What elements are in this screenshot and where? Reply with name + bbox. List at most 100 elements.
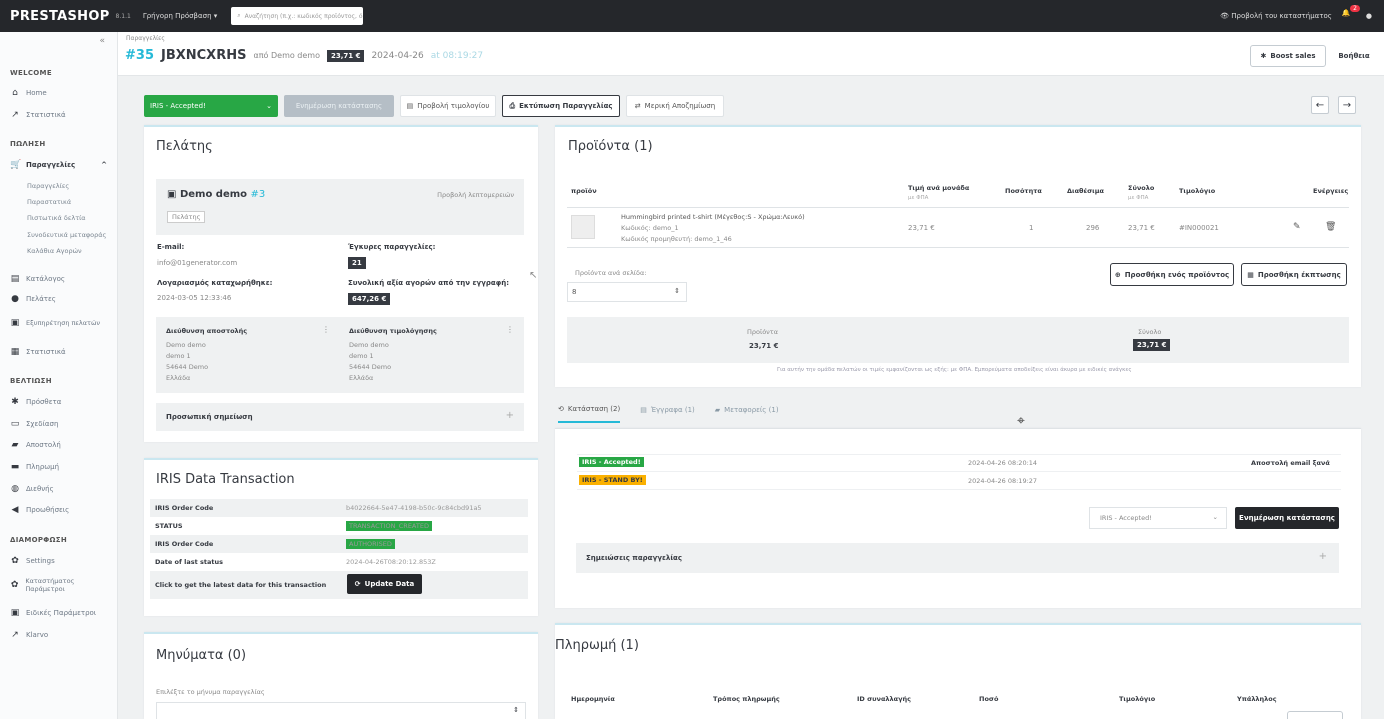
sidebar-sub-orders[interactable]: Παραγγελίες [27, 182, 69, 190]
message-select[interactable]: ⇕ [156, 702, 526, 719]
view-invoice-label: Προβολή τιμολογίου [417, 102, 490, 110]
user-icon: ● [11, 294, 19, 304]
edit-pencil-icon[interactable]: ✎ [1293, 222, 1301, 232]
messages-title: Μηνύματα (0) [156, 648, 247, 663]
top-bar: PRESTASHOP 8.1.1 Γρήγορη Πρόσβαση ▾ ⌕ Αν… [0, 0, 1384, 32]
total-spent-label: Συνολική αξία αγορών από την εγγραφή: [348, 279, 509, 287]
partial-refund-button[interactable]: ⇄ Μερική Αποζημίωση [626, 95, 724, 117]
history-status-select[interactable]: IRIS - Accepted! ⌄ [1089, 507, 1227, 529]
sidebar-item-statistics[interactable]: ▦ Στατιστικά [10, 347, 66, 357]
add-discount-button[interactable]: ▦ Προσθήκη έκπτωσης [1241, 263, 1347, 286]
tab-carriers[interactable]: ▰ Μεταφορείς (1) [715, 405, 779, 423]
chat-icon: ▣ [10, 318, 20, 328]
next-order-arrow-icon[interactable]: → [1338, 96, 1356, 114]
trend-icon: ↗ [11, 110, 19, 120]
iris-key: Click to get the latest data for this tr… [155, 581, 327, 589]
product-unit-price: 23,71 € [908, 224, 935, 232]
sidebar-item-stats[interactable]: ↗ Στατιστικά [10, 110, 65, 120]
divider [577, 471, 1341, 472]
col-invoice: Τιμολόγιο [1179, 187, 1216, 195]
sidebar-item-customers[interactable]: ● Πελάτες [10, 294, 56, 304]
tab-status[interactable]: ⟲ Κατάσταση (2) [558, 405, 621, 423]
prestashop-logo[interactable]: PRESTASHOP [10, 9, 110, 24]
puzzle-icon: ✱ [11, 397, 19, 407]
history-update-status-button[interactable]: Ενημέρωση κατάστασης [1235, 507, 1339, 529]
breadcrumb[interactable]: Παραγγελίες [126, 35, 165, 42]
trash-icon[interactable]: 🗑 [1325, 222, 1336, 232]
private-note-toggle[interactable]: Προσωπική σημείωση + [156, 403, 524, 431]
mouse-pointer-icon: ↖ [529, 270, 538, 281]
add-product-button[interactable]: ⊕ Προσθήκη ενός προϊόντος [1110, 263, 1234, 286]
sidebar-item-promotions[interactable]: ◀ Προωθήσεις [10, 505, 70, 515]
order-status-select[interactable]: IRIS - Accepted! ⌄ [144, 95, 278, 117]
account-registered-value: 2024-03-05 12:33:46 [157, 294, 232, 302]
previous-order-arrow-icon[interactable]: ← [1311, 96, 1329, 114]
order-reference: JBXNCXRHS [160, 48, 247, 63]
view-store-link[interactable]: 👁 Προβολή του καταστήματος [1220, 12, 1332, 20]
kebab-menu-icon[interactable]: ⋮ [322, 325, 330, 334]
iris-row: Date of last status 2024-04-26T08:20:12.8… [150, 553, 528, 571]
tab-label: Κατάσταση (2) [567, 405, 621, 413]
sidebar-item-design[interactable]: ▭ Σχεδίαση [10, 419, 59, 429]
sidebar-sub-credit-slips[interactable]: Πιστωτικά δελτία [27, 214, 86, 222]
help-button[interactable]: Βοήθεια [1332, 45, 1376, 67]
sidebar-item-orders[interactable]: 🛒 Παραγγελίες ^ [10, 160, 107, 170]
page-title: #35 JBXNCXRHS από Demo demo 23,71 € 2024… [125, 48, 483, 63]
boost-sales-button[interactable]: ✱ Boost sales [1250, 45, 1326, 67]
sidebar-item-payment[interactable]: ▬ Πληρωμή [10, 462, 59, 472]
shipping-address-line: demo 1 [166, 352, 191, 360]
payment-title: Πληρωμή (1) [555, 638, 639, 653]
col-actions: Ενέργειες [1313, 187, 1349, 195]
order-action-bar: IRIS - Accepted! ⌄ Ενημέρωση κατάστασης ▤… [144, 95, 724, 117]
resend-email-link[interactable]: Αποστολή email ξανά [1251, 459, 1330, 467]
messages-card: Μηνύματα (0) Επιλέξτε το μήνυμα παραγγελ… [144, 632, 538, 719]
col-total-note: με ΦΠΑ [1128, 195, 1149, 201]
divider [577, 454, 1341, 455]
email-value[interactable]: info@01generator.com [157, 259, 237, 267]
payment-details-button[interactable] [1287, 711, 1343, 719]
sidebar: « WELCOME ⌂ Home ↗ Στατιστικά ΠΩΛΗΣΗ 🛒 Παρα… [0, 32, 118, 719]
product-code: Κωδικός: demo_1 [621, 224, 679, 232]
sidebar-item-shop-params[interactable]: ✿ Καταστήματος Παράμετροι [10, 577, 110, 593]
sidebar-item-modules[interactable]: ✱ Πρόσθετα [10, 397, 61, 407]
history-tabs: ⟲ Κατάσταση (2) ▤ Έγγραφα (1) ▰ Μεταφορείς … [558, 405, 779, 423]
sidebar-item-klarna[interactable]: ↗ Klarvo [10, 630, 48, 640]
update-data-button[interactable]: ⟳ Update Data [347, 574, 422, 594]
section-config: ΔΙΑΜΟΡΦΩΣΗ [10, 536, 68, 544]
sidebar-sub-delivery-slips[interactable]: Συνοδευτικά μεταφοράς [27, 231, 106, 239]
sidebar-label: Klarvo [26, 631, 49, 639]
sidebar-sub-invoices[interactable]: Παραστατικά [27, 198, 71, 206]
tab-documents[interactable]: ▤ Έγγραφα (1) [640, 405, 695, 423]
sidebar-item-service[interactable]: ▣ Εξυπηρέτηση πελατών [10, 318, 110, 328]
history-icon: ⟲ [558, 405, 564, 413]
products-title: Προϊόντα (1) [568, 139, 653, 154]
sidebar-item-international[interactable]: ◍ Διεθνής [10, 484, 54, 494]
gear-icon: ✿ [11, 556, 19, 566]
sidebar-item-home[interactable]: ⌂ Home [10, 88, 47, 98]
collapse-sidebar-icon[interactable]: « [99, 36, 105, 46]
sidebar-sub-carts[interactable]: Καλάθια Αγορών [27, 247, 82, 255]
divider [577, 489, 1341, 490]
status-date: 2024-04-26 08:20:14 [968, 459, 1038, 467]
notifications-bell-icon[interactable]: 🔔 2 [1342, 5, 1360, 23]
product-name[interactable]: Hummingbird printed t-shirt (Μέγεθος:S -… [621, 213, 805, 221]
product-supplier-code: Κωδικός προμηθευτή: demo_1_46 [621, 235, 732, 243]
order-from: από Demo demo [253, 51, 320, 60]
billing-address-line: 54644 Demo [349, 363, 392, 371]
sidebar-item-settings[interactable]: ✿ Settings [10, 556, 55, 566]
products-card: Προϊόντα (1) προϊόν Τιμή ανά μονάδα με Φ… [555, 125, 1361, 387]
sidebar-item-shipping[interactable]: ▰ Αποστολή [10, 440, 61, 450]
order-notes-toggle[interactable]: Σημειώσεις παραγγελίας + [576, 543, 1339, 573]
view-details-link[interactable]: Προβολή λεπτομερειών [437, 191, 514, 199]
kebab-menu-icon[interactable]: ⋮ [506, 325, 514, 334]
quick-access-menu[interactable]: Γρήγορη Πρόσβαση ▾ [143, 12, 217, 20]
product-invoice: #IN000021 [1179, 224, 1219, 232]
per-page-select[interactable]: 8 ⇕ [567, 282, 687, 302]
sidebar-item-advanced[interactable]: ▣ Ειδικές Παράμετροι [10, 608, 96, 618]
search-input[interactable]: ⌕ Αναζήτηση (π.χ.: κωδικός προϊόντος, ό [231, 7, 364, 25]
sidebar-item-catalog[interactable]: ▤ Κατάλογος [10, 274, 65, 284]
user-avatar-icon[interactable]: ● [1366, 12, 1372, 20]
view-invoice-button[interactable]: ▤ Προβολή τιμολογίου [400, 95, 496, 117]
update-status-button[interactable]: Ενημέρωση κατάστασης [284, 95, 394, 117]
print-order-button[interactable]: ⎙ Εκτύπωση Παραγγελίας [502, 95, 620, 117]
